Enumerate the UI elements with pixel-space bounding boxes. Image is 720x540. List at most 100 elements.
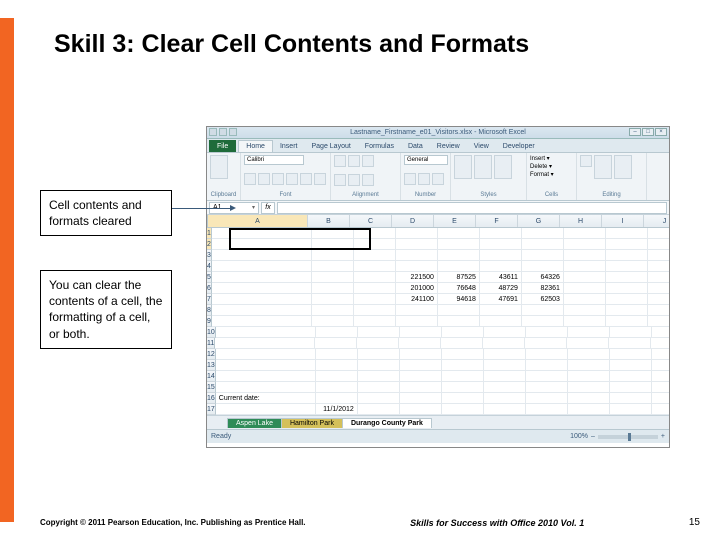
cell[interactable] [484, 349, 526, 360]
cell[interactable] [564, 261, 606, 272]
cell[interactable] [396, 239, 438, 250]
cell[interactable] [522, 239, 564, 250]
cell[interactable] [316, 349, 358, 360]
cell[interactable]: 94618 [438, 294, 480, 305]
cell[interactable] [568, 382, 610, 393]
cell[interactable] [358, 327, 400, 338]
cell[interactable] [648, 228, 669, 239]
cell[interactable] [564, 272, 606, 283]
cell[interactable] [212, 283, 312, 294]
comma-icon[interactable] [432, 173, 444, 185]
cell[interactable] [357, 338, 399, 349]
cell[interactable] [522, 261, 564, 272]
minimize-button[interactable]: – [629, 128, 641, 136]
cell[interactable] [354, 239, 396, 250]
cell[interactable] [522, 250, 564, 261]
cell[interactable] [648, 272, 669, 283]
row-header[interactable]: 16 [207, 393, 216, 404]
cell[interactable] [354, 294, 396, 305]
col-header-C[interactable]: C [350, 215, 392, 227]
cell[interactable] [442, 360, 484, 371]
tab-data[interactable]: Data [401, 140, 430, 152]
col-header-I[interactable]: I [602, 215, 644, 227]
cell[interactable] [606, 305, 648, 316]
underline-icon[interactable] [272, 173, 284, 185]
format-table-icon[interactable] [474, 155, 492, 179]
cell[interactable] [522, 305, 564, 316]
formula-input[interactable] [277, 202, 667, 214]
cell[interactable] [610, 349, 652, 360]
cell[interactable] [648, 316, 669, 327]
align-mid-icon[interactable] [348, 155, 360, 167]
cell[interactable] [526, 360, 568, 371]
cell[interactable] [522, 228, 564, 239]
cell[interactable] [564, 239, 606, 250]
cell[interactable] [480, 261, 522, 272]
cell[interactable] [354, 305, 396, 316]
cell[interactable] [396, 228, 438, 239]
cell[interactable] [442, 371, 484, 382]
cell[interactable] [316, 382, 358, 393]
cell[interactable]: 241100 [396, 294, 438, 305]
cell[interactable] [564, 250, 606, 261]
cell[interactable]: 64326 [522, 272, 564, 283]
cell[interactable] [438, 228, 480, 239]
cell[interactable] [215, 338, 315, 349]
row-header[interactable]: 14 [207, 371, 216, 382]
tab-review[interactable]: Review [430, 140, 467, 152]
cell[interactable] [567, 338, 609, 349]
zoom-slider[interactable] [598, 435, 658, 439]
cell[interactable] [609, 338, 651, 349]
cell[interactable] [354, 316, 396, 327]
cell[interactable] [438, 305, 480, 316]
cells-insert[interactable]: Insert ▾ [530, 155, 573, 163]
cell[interactable]: 43611 [480, 272, 522, 283]
col-header-J[interactable]: J [644, 215, 669, 227]
cell[interactable] [525, 338, 567, 349]
cell[interactable] [480, 228, 522, 239]
sheet-tab-3[interactable]: Durango County Park [342, 418, 432, 428]
cell[interactable] [354, 261, 396, 272]
cell[interactable] [652, 327, 669, 338]
cell[interactable] [312, 239, 354, 250]
cell[interactable] [526, 393, 568, 404]
percent-icon[interactable] [418, 173, 430, 185]
cell[interactable] [316, 360, 358, 371]
cell[interactable] [652, 393, 669, 404]
cell[interactable] [648, 239, 669, 250]
cell[interactable] [400, 349, 442, 360]
cell[interactable] [396, 305, 438, 316]
font-name-select[interactable]: Calibri [244, 155, 304, 165]
cell[interactable] [484, 371, 526, 382]
cell[interactable] [648, 261, 669, 272]
cell[interactable] [438, 316, 480, 327]
cell[interactable] [568, 393, 610, 404]
cell[interactable] [610, 393, 652, 404]
row-header[interactable]: 12 [207, 349, 216, 360]
cell[interactable] [400, 382, 442, 393]
tab-view[interactable]: View [467, 140, 496, 152]
cell[interactable] [568, 360, 610, 371]
cell[interactable]: Current date: [216, 393, 316, 404]
cell[interactable] [606, 283, 648, 294]
cell[interactable] [480, 239, 522, 250]
cell[interactable] [216, 404, 316, 415]
cell[interactable] [212, 250, 312, 261]
cell[interactable] [610, 371, 652, 382]
cell[interactable] [358, 349, 400, 360]
cell[interactable]: 11/1/2012 [316, 404, 358, 415]
cell[interactable] [400, 327, 442, 338]
cell[interactable] [358, 360, 400, 371]
cell[interactable] [484, 382, 526, 393]
cell[interactable] [484, 404, 526, 415]
row-header[interactable]: 17 [207, 404, 216, 415]
row-header[interactable]: 11 [207, 338, 215, 349]
tab-home[interactable]: Home [238, 140, 273, 152]
cell[interactable] [312, 294, 354, 305]
row-header[interactable]: 13 [207, 360, 216, 371]
cell[interactable] [358, 382, 400, 393]
cell[interactable] [480, 305, 522, 316]
cell[interactable] [526, 349, 568, 360]
cell[interactable]: 62503 [522, 294, 564, 305]
cell[interactable] [564, 294, 606, 305]
